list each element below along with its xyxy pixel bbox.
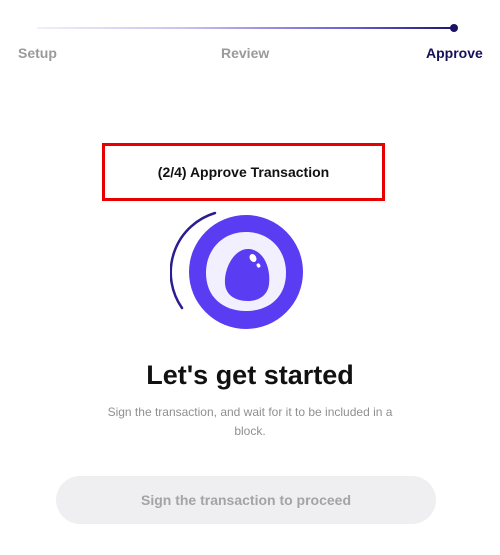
main-description: Sign the transaction, and wait for it to… <box>107 405 393 438</box>
step-setup[interactable]: Setup <box>18 45 57 61</box>
step-review[interactable]: Review <box>221 45 269 61</box>
approve-transaction-page: Setup Review Approve (2/4) Approve Trans… <box>0 0 500 555</box>
wallet-logo <box>170 210 310 335</box>
step-title: (2/4) Approve Transaction <box>157 164 330 180</box>
stepper-current-dot <box>450 24 458 32</box>
wallet-drop-logo-icon <box>170 211 303 329</box>
main-heading: Let's get started <box>146 360 354 390</box>
sign-transaction-button[interactable]: Sign the transaction to proceed <box>56 476 436 524</box>
stepper-progress-track <box>37 27 454 29</box>
step-approve[interactable]: Approve <box>426 45 483 61</box>
step-title-highlight: (2/4) Approve Transaction <box>102 143 385 201</box>
